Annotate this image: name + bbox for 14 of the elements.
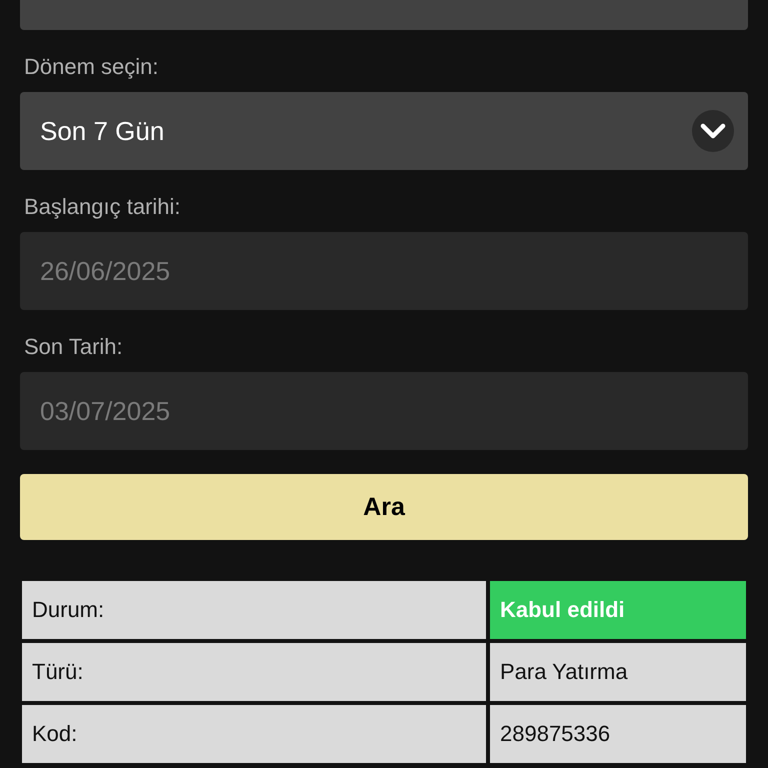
table-cell: Kod: bbox=[22, 705, 486, 763]
period-select[interactable]: Son 7 Gün bbox=[20, 92, 748, 170]
field-label: Dönem seçin: bbox=[24, 54, 160, 80]
status-cell: Kabul edildi bbox=[490, 581, 746, 639]
chevron-down-icon bbox=[692, 110, 734, 152]
date-field[interactable]: 03/07/2025 bbox=[20, 372, 748, 450]
date-field[interactable]: 26/06/2025 bbox=[20, 232, 748, 310]
table-cell: 289875336 bbox=[490, 705, 746, 763]
table-cell: Para Yatırma bbox=[490, 643, 746, 701]
search-button[interactable]: Ara bbox=[20, 474, 748, 540]
field-label: Başlangıç tarihi: bbox=[24, 194, 182, 220]
field-label: Son Tarih: bbox=[24, 334, 124, 360]
table-cell: Durum: bbox=[22, 581, 486, 639]
table-cell: Türü: bbox=[22, 643, 486, 701]
